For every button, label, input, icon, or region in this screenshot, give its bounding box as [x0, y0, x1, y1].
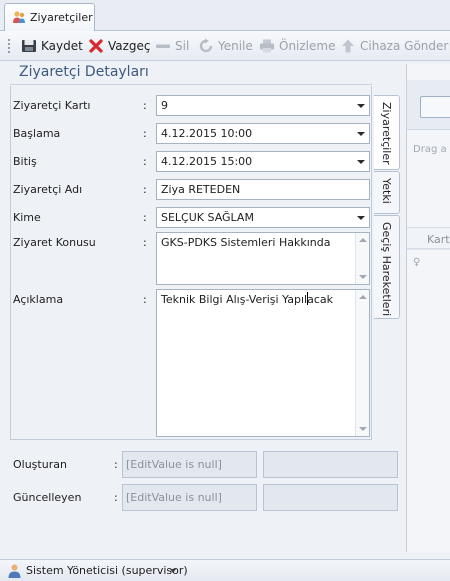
- refresh-button[interactable]: Yenile: [198, 37, 253, 55]
- created-by-label: Oluşturan: [13, 458, 67, 471]
- description-scrollbar[interactable]: [355, 290, 369, 436]
- visitor-card-select[interactable]: 9: [156, 95, 370, 116]
- scroll-up-icon[interactable]: [359, 238, 367, 242]
- cancel-icon: [89, 39, 103, 53]
- scroll-down-icon[interactable]: [359, 275, 367, 279]
- grid-column-header[interactable]: Kart: [407, 227, 450, 249]
- delete-label: Sil: [175, 39, 190, 53]
- colon: :: [143, 183, 147, 196]
- print-preview-button[interactable]: Önizleme: [259, 37, 335, 55]
- status-bar: Sistem Yöneticisi (supervisor): [0, 559, 450, 581]
- created-date-field: [263, 451, 398, 478]
- send-to-device-label: Cihaza Gönder: [360, 39, 449, 53]
- panel-title-divider: [10, 84, 372, 85]
- to-whom-value: SELÇUK SAĞLAM: [161, 211, 254, 224]
- side-tab-authority[interactable]: Yetki: [374, 171, 400, 214]
- list-panel-button[interactable]: [420, 96, 450, 118]
- side-tab-visitors[interactable]: Ziyaretçiler: [374, 95, 400, 170]
- print-preview-icon: [260, 39, 274, 53]
- start-value: 4.12.2015 10:00: [161, 127, 253, 140]
- colon: :: [143, 293, 147, 306]
- updated-by-value: [EditValue is null]: [126, 491, 222, 504]
- description-label: Açıklama: [13, 293, 64, 306]
- description-memo[interactable]: Teknik Bilgi Alış-Verişi Yapılacak: [156, 289, 370, 437]
- to-whom-label: Kime: [13, 211, 41, 224]
- visitor-card-label: Ziyaretçi Kartı: [13, 99, 91, 112]
- created-by-value: [EditValue is null]: [126, 458, 222, 471]
- colon: :: [143, 99, 147, 112]
- tab-visitors-label: Ziyaretçiler: [30, 11, 93, 24]
- print-preview-label: Önizleme: [279, 39, 336, 53]
- start-label: Başlama: [13, 127, 61, 140]
- end-datetime-picker[interactable]: 4.12.2015 15:00: [156, 151, 370, 172]
- toolbar-grip[interactable]: [7, 38, 11, 54]
- document-tab-strip: Ziyaretçiler: [0, 0, 450, 31]
- visitor-card-value: 9: [161, 99, 168, 112]
- group-panel-hint: Drag a c: [413, 144, 450, 155]
- side-tab-access-movements-label: Geçiş Hareketleri: [380, 222, 393, 317]
- subject-value: GKS-PDKS Sistemleri Hakkında: [161, 236, 331, 249]
- end-value: 4.12.2015 15:00: [161, 155, 253, 168]
- to-whom-select[interactable]: SELÇUK SAĞLAM: [156, 207, 370, 228]
- side-tab-visitors-label: Ziyaretçiler: [380, 102, 393, 165]
- start-datetime-picker[interactable]: 4.12.2015 10:00: [156, 123, 370, 144]
- visitor-name-value: Ziya RETEDEN: [161, 183, 241, 196]
- save-label: Kaydet: [41, 39, 83, 53]
- chevron-down-icon[interactable]: [357, 104, 365, 108]
- send-to-device-button[interactable]: Cihaza Gönder: [340, 37, 448, 55]
- updated-by-field: [EditValue is null]: [122, 484, 257, 511]
- send-to-device-icon: [342, 39, 354, 53]
- scroll-up-icon[interactable]: [359, 295, 367, 299]
- cancel-label: Vazgeç: [108, 39, 151, 53]
- refresh-label: Yenile: [218, 39, 253, 53]
- tab-visitors[interactable]: Ziyaretçiler: [4, 3, 95, 31]
- user-menu-chevron-icon[interactable]: [170, 569, 176, 573]
- save-button[interactable]: Kaydet: [21, 37, 83, 55]
- subject-memo[interactable]: GKS-PDKS Sistemleri Hakkında: [156, 232, 370, 285]
- scroll-down-icon[interactable]: [359, 427, 367, 431]
- colon: :: [114, 491, 118, 504]
- subject-label: Ziyaret Konusu: [13, 236, 96, 249]
- chevron-down-icon[interactable]: [357, 216, 365, 220]
- visitors-icon: [13, 11, 25, 23]
- created-by-field: [EditValue is null]: [122, 451, 257, 478]
- user-icon: [8, 564, 21, 578]
- colon: :: [114, 458, 118, 471]
- updated-date-field: [263, 484, 398, 511]
- current-user-label[interactable]: Sistem Yöneticisi (supervisor): [26, 564, 188, 577]
- visitor-name-input[interactable]: Ziya RETEDEN: [156, 179, 370, 200]
- toolbar: Kaydet Vazgeç Sil Yenile Önizleme Cihaza…: [0, 31, 450, 61]
- colon: :: [143, 236, 147, 249]
- delete-icon: [156, 44, 170, 48]
- end-label: Bitiş: [13, 155, 37, 168]
- delete-button[interactable]: Sil: [155, 37, 189, 55]
- refresh-icon: [199, 38, 213, 53]
- visitor-name-label: Ziyaretçi Adı: [13, 183, 83, 196]
- updated-by-label: Güncelleyen: [13, 491, 82, 504]
- side-tab-authority-label: Yetki: [380, 178, 393, 204]
- colon: :: [143, 127, 147, 140]
- chevron-down-icon[interactable]: [357, 132, 365, 136]
- text-caret: [307, 292, 308, 305]
- save-icon: [22, 40, 36, 52]
- visitor-list-panel: Drag a c Kart ♀: [406, 64, 450, 552]
- subject-scrollbar[interactable]: [355, 233, 369, 284]
- chevron-down-icon[interactable]: [357, 160, 365, 164]
- column-card-label: Kart: [427, 233, 450, 246]
- colon: :: [143, 155, 147, 168]
- colon: :: [143, 211, 147, 224]
- cancel-button[interactable]: Vazgeç: [88, 37, 151, 55]
- panel-title: Ziyaretçi Detayları: [19, 64, 149, 80]
- side-tab-access-movements[interactable]: Geçiş Hareketleri: [374, 215, 400, 319]
- filter-row-icon[interactable]: ♀: [413, 257, 420, 268]
- visitor-grid[interactable]: [407, 249, 450, 552]
